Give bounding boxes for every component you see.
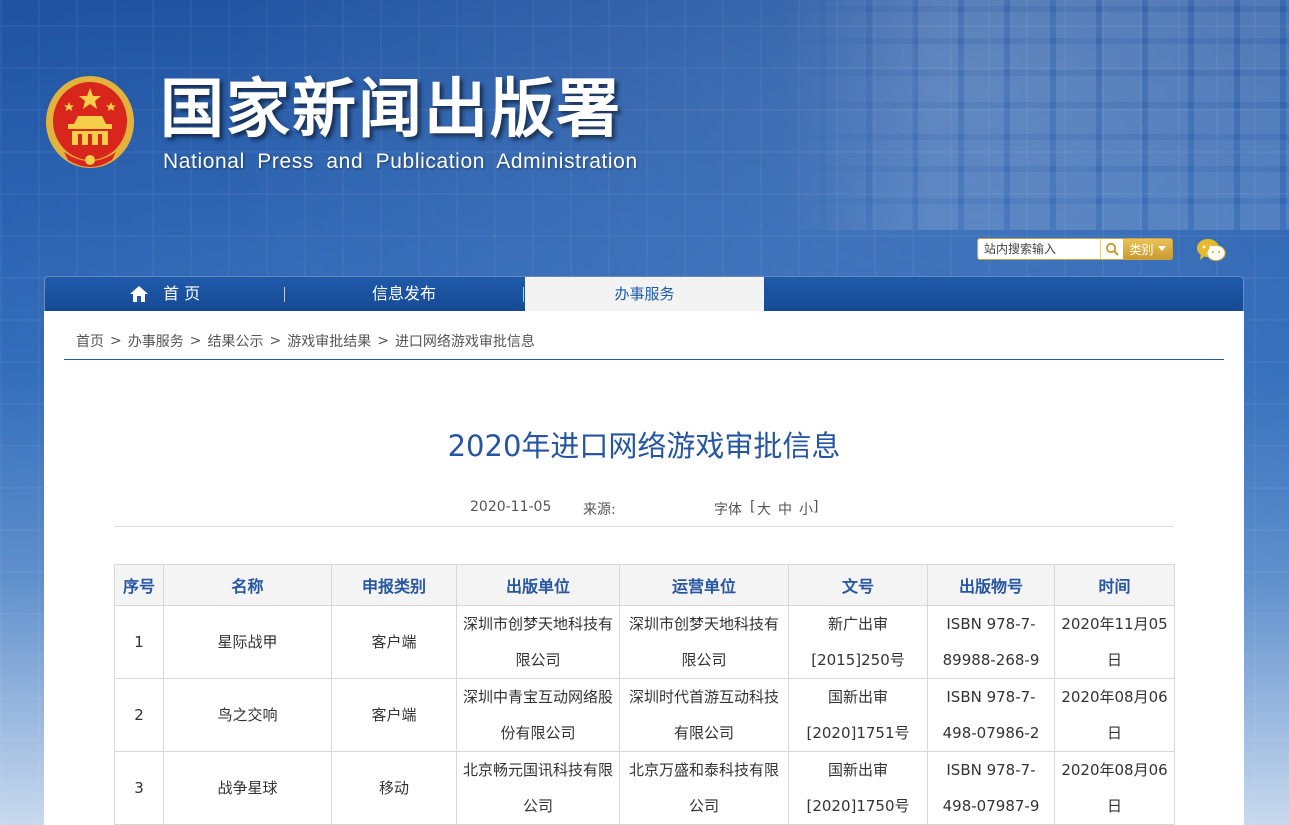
font-size-label: 字体 <box>714 502 742 518</box>
site-subtitle: National Press and Publication Administr… <box>163 150 638 173</box>
cell-publisher: 深圳中青宝互动网络股份有限公司 <box>456 678 620 752</box>
cell-date: 2020年08月06日 <box>1054 678 1175 752</box>
page-title: 2020年进口网络游戏审批信息 <box>447 429 841 463</box>
cell-index: 1 <box>114 605 164 679</box>
search-input[interactable] <box>978 239 1100 259</box>
cell-date: 2020年08月06日 <box>1054 751 1175 825</box>
cell-isbn: ISBN 978-7-498-07986-2 <box>927 678 1055 752</box>
cell-type: 客户端 <box>331 678 457 752</box>
site-search: 类别 <box>977 238 1173 260</box>
publish-date: 2020-11-05 <box>470 499 552 515</box>
search-icon <box>1105 242 1119 256</box>
table-row: 2 鸟之交响 客户端 深圳中青宝互动网络股份有限公司 深圳时代首游互动科技有限公… <box>114 678 1175 752</box>
cell-index: 2 <box>114 678 164 752</box>
table-row: 3 战争星球 移动 北京畅元国讯科技有限公司 北京万盛和泰科技有限公司 国新出审… <box>114 751 1175 825</box>
wechat-icon[interactable] <box>1196 238 1226 262</box>
font-bracket-close: ] <box>813 499 819 515</box>
font-medium-button[interactable]: 中 <box>778 499 792 519</box>
national-emblem-icon <box>46 76 134 168</box>
breadcrumb-service[interactable]: 办事服务 <box>128 331 184 351</box>
cell-approval-no: 新广出审[2015]250号 <box>788 605 928 679</box>
column-header: 序号 <box>114 564 164 606</box>
breadcrumb-home[interactable]: 首页 <box>76 331 104 351</box>
column-header: 文号 <box>788 564 928 606</box>
category-label: 类别 <box>1129 242 1154 257</box>
nav-divider <box>523 287 524 302</box>
cell-approval-no: 国新出审[2020]1750号 <box>788 751 928 825</box>
table-header-row: 序号 名称 申报类别 出版单位 运营单位 文号 出版物号 时间 <box>114 564 1175 606</box>
category-dropdown[interactable]: 类别 <box>1123 239 1172 259</box>
chevron-down-icon <box>1157 246 1166 251</box>
nav-divider <box>284 287 285 302</box>
breadcrumb: 首页 > 办事服务 > 结果公示 > 游戏审批结果 > 进口网络游戏审批信息 <box>76 331 535 351</box>
cell-operator: 深圳市创梦天地科技有限公司 <box>619 605 789 679</box>
header-pattern <box>780 0 1289 230</box>
search-button[interactable] <box>1100 239 1123 259</box>
site-title: 国家新闻出版署 <box>160 73 622 147</box>
cell-type: 客户端 <box>331 605 457 679</box>
cell-isbn: ISBN 978-7-498-07987-9 <box>927 751 1055 825</box>
source-label: 来源: <box>583 502 616 518</box>
nav-home[interactable]: 首 页 <box>129 277 200 311</box>
breadcrumb-divider <box>64 359 1224 360</box>
main-nav: 首 页 信息发布 办事服务 <box>44 276 1244 311</box>
cell-index: 3 <box>114 751 164 825</box>
cell-type: 移动 <box>331 751 457 825</box>
column-header: 时间 <box>1054 564 1175 606</box>
column-header: 运营单位 <box>619 564 789 606</box>
cell-name: 战争星球 <box>163 751 332 825</box>
cell-publisher: 深圳市创梦天地科技有限公司 <box>456 605 620 679</box>
breadcrumb-game-results[interactable]: 游戏审批结果 <box>287 331 371 351</box>
content-panel: 首页 > 办事服务 > 结果公示 > 游戏审批结果 > 进口网络游戏审批信息 2020年… <box>44 311 1244 825</box>
cell-publisher: 北京畅元国讯科技有限公司 <box>456 751 620 825</box>
column-header: 申报类别 <box>331 564 457 606</box>
table-row: 1 星际战甲 客户端 深圳市创梦天地科技有限公司 深圳市创梦天地科技有限公司 新… <box>114 605 1175 679</box>
font-bracket-open: [ <box>750 499 756 515</box>
cell-name: 星际战甲 <box>163 605 332 679</box>
approval-table: 序号 名称 申报类别 出版单位 运营单位 文号 出版物号 时间 1 星际战甲 客… <box>114 564 1175 825</box>
nav-info[interactable]: 信息发布 <box>372 277 436 311</box>
nav-service[interactable]: 办事服务 <box>525 277 764 311</box>
nav-home-label: 首 页 <box>163 284 201 303</box>
column-header: 出版单位 <box>456 564 620 606</box>
cell-approval-no: 国新出审[2020]1751号 <box>788 678 928 752</box>
font-small-button[interactable]: 小 <box>799 499 813 519</box>
cell-operator: 深圳时代首游互动科技有限公司 <box>619 678 789 752</box>
column-header: 出版物号 <box>927 564 1055 606</box>
cell-isbn: ISBN 978-7-89988-268-9 <box>927 605 1055 679</box>
cell-date: 2020年11月05日 <box>1054 605 1175 679</box>
font-large-button[interactable]: 大 <box>757 499 771 519</box>
home-icon <box>130 286 148 302</box>
cell-name: 鸟之交响 <box>163 678 332 752</box>
meta-divider <box>114 526 1174 527</box>
column-header: 名称 <box>163 564 332 606</box>
cell-operator: 北京万盛和泰科技有限公司 <box>619 751 789 825</box>
breadcrumb-results[interactable]: 结果公示 <box>207 331 263 351</box>
breadcrumb-import-games[interactable]: 进口网络游戏审批信息 <box>395 331 535 351</box>
